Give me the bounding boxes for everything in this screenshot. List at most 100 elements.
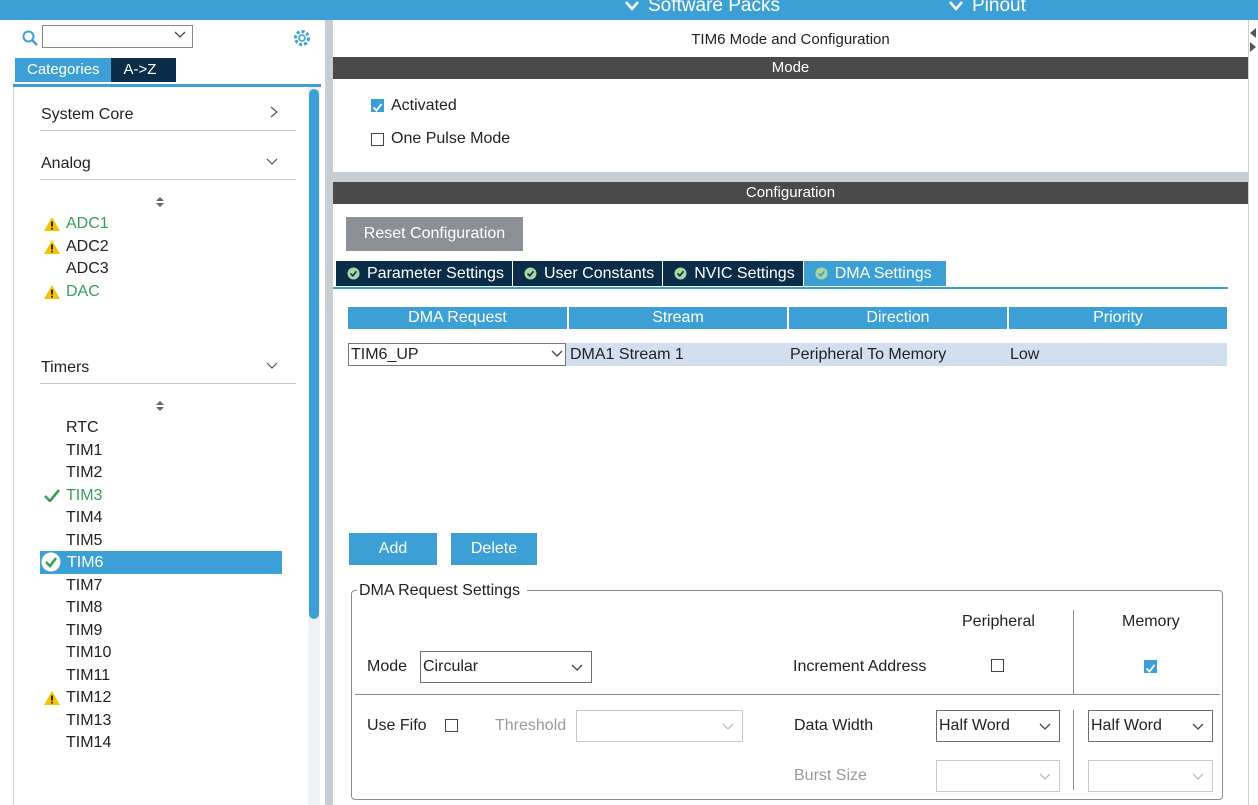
data-width-label: Data Width <box>794 717 874 734</box>
tabs-underline <box>333 287 1228 289</box>
collapse-right-icon[interactable] <box>1249 42 1257 52</box>
threshold-label: Threshold <box>495 717 567 734</box>
categories-panel: Categories A->Z System Core Analog ADC1 … <box>0 20 326 805</box>
increment-address-label: Increment Address <box>793 658 927 675</box>
list-item-tim14[interactable]: TIM14 <box>66 732 111 754</box>
list-item-tim3[interactable]: TIM3 <box>66 485 102 507</box>
category-system-core[interactable]: System Core <box>40 100 296 131</box>
chevron-down-icon <box>1039 723 1051 730</box>
burst-size-label: Burst Size <box>794 767 867 784</box>
mode-label: Mode <box>367 658 408 675</box>
chevron-down-icon <box>1192 773 1204 780</box>
column-header-stream[interactable]: Stream <box>569 307 787 329</box>
gear-icon[interactable] <box>292 28 312 48</box>
list-item-adc3[interactable]: ADC3 <box>66 258 109 280</box>
list-item-tim2[interactable]: TIM2 <box>66 462 102 484</box>
mode-value: Circular <box>423 658 479 675</box>
tab-parameter-settings[interactable]: Parameter Settings <box>336 261 512 286</box>
threshold-select[interactable] <box>576 710 743 742</box>
column-divider <box>1073 710 1074 790</box>
reset-configuration-button[interactable]: Reset Configuration <box>346 217 523 251</box>
search-icon[interactable] <box>22 30 38 46</box>
tab-categories[interactable]: Categories <box>15 58 111 82</box>
category-timers[interactable]: Timers <box>40 353 296 384</box>
data-width-peripheral-value: Half Word <box>939 717 1010 734</box>
burst-size-memory-select[interactable] <box>1088 760 1213 792</box>
burst-size-peripheral-select[interactable] <box>936 760 1060 792</box>
nav-software-packs[interactable]: Software Packs <box>624 0 780 17</box>
chevron-down-icon <box>174 31 186 38</box>
check-circle-icon <box>41 552 61 572</box>
tab-label: DMA Settings <box>834 265 932 282</box>
column-header-direction[interactable]: Direction <box>789 307 1007 329</box>
checkmark-icon <box>44 489 60 502</box>
sort-icon[interactable] <box>155 400 165 412</box>
dma-request-select[interactable]: TIM6_UP <box>348 343 566 366</box>
warning-icon <box>44 240 60 254</box>
check-circle-icon <box>815 267 828 280</box>
list-item-tim12[interactable]: TIM12 <box>66 687 111 709</box>
list-item-rtc[interactable]: RTC <box>66 417 99 439</box>
nav-pinout-label: Pinout <box>972 0 1026 16</box>
top-nav-bar: Software Packs Pinout <box>0 0 1258 20</box>
check-icon <box>1145 664 1156 673</box>
list-item-tim6[interactable]: TIM6 <box>67 552 103 574</box>
list-item-adc1[interactable]: ADC1 <box>66 213 109 235</box>
use-fifo-checkbox[interactable] <box>445 719 458 732</box>
one-pulse-mode-checkbox[interactable] <box>371 133 384 146</box>
page-title: TIM6 Mode and Configuration <box>691 31 890 48</box>
collapse-left-icon[interactable] <box>1249 28 1257 38</box>
activated-checkbox[interactable] <box>371 99 384 112</box>
sort-icon[interactable] <box>155 196 165 208</box>
warning-icon <box>44 285 60 299</box>
increment-peripheral-checkbox[interactable] <box>991 659 1004 672</box>
search-input[interactable] <box>42 25 193 48</box>
data-width-peripheral-select[interactable]: Half Word <box>936 710 1060 742</box>
use-fifo-label: Use Fifo <box>367 717 427 734</box>
list-item-tim11[interactable]: TIM11 <box>66 665 110 687</box>
category-label: System Core <box>41 106 134 123</box>
check-circle-icon <box>524 267 537 280</box>
delete-button[interactable]: Delete <box>451 533 537 565</box>
data-width-memory-select[interactable]: Half Word <box>1088 710 1213 742</box>
check-icon <box>372 103 383 112</box>
category-label: Timers <box>41 359 90 376</box>
one-pulse-mode-label: One Pulse Mode <box>391 130 511 147</box>
tab-nvic-settings[interactable]: NVIC Settings <box>663 261 803 286</box>
column-header-dma-request[interactable]: DMA Request <box>348 307 567 329</box>
list-item-tim7[interactable]: TIM7 <box>66 575 102 597</box>
column-header-priority[interactable]: Priority <box>1009 307 1227 329</box>
chevron-down-icon <box>551 350 563 357</box>
list-item-tim8[interactable]: TIM8 <box>66 597 102 619</box>
list-item-tim10[interactable]: TIM10 <box>66 642 111 664</box>
chevron-down-icon <box>571 664 583 671</box>
tab-a-z[interactable]: A->Z <box>110 58 177 82</box>
peripheral-column-header: Peripheral <box>962 613 1035 630</box>
scrollbar-thumb[interactable] <box>309 89 319 619</box>
section-separator <box>333 172 1248 182</box>
list-item-tim5[interactable]: TIM5 <box>66 530 102 552</box>
add-button[interactable]: Add <box>349 533 437 565</box>
chevron-down-icon <box>949 1 963 11</box>
configuration-tabs: Parameter Settings User Constants NVIC S… <box>336 261 947 287</box>
dma-request-settings-legend: DMA Request Settings <box>357 582 527 600</box>
tab-dma-settings[interactable]: DMA Settings <box>803 261 946 286</box>
list-item-tim4[interactable]: TIM4 <box>66 507 102 529</box>
data-width-memory-value: Half Word <box>1091 717 1162 734</box>
list-item-dac[interactable]: DAC <box>66 281 100 303</box>
chevron-down-icon <box>266 362 278 369</box>
list-item-tim13[interactable]: TIM13 <box>66 710 111 732</box>
category-label: Analog <box>41 155 91 172</box>
nav-pinout[interactable]: Pinout <box>948 0 1026 17</box>
list-item-tim9[interactable]: TIM9 <box>66 620 102 642</box>
mode-select[interactable]: Circular <box>420 651 592 683</box>
list-item-tim1[interactable]: TIM1 <box>66 440 102 462</box>
list-item-adc2[interactable]: ADC2 <box>66 236 109 258</box>
tab-user-constants[interactable]: User Constants <box>512 261 663 286</box>
right-edge <box>1248 20 1258 805</box>
increment-memory-checkbox[interactable] <box>1144 660 1157 673</box>
chevron-down-icon <box>722 723 734 730</box>
column-divider <box>1073 610 1074 695</box>
category-analog[interactable]: Analog <box>40 149 296 180</box>
panel-splitter[interactable] <box>325 20 333 805</box>
